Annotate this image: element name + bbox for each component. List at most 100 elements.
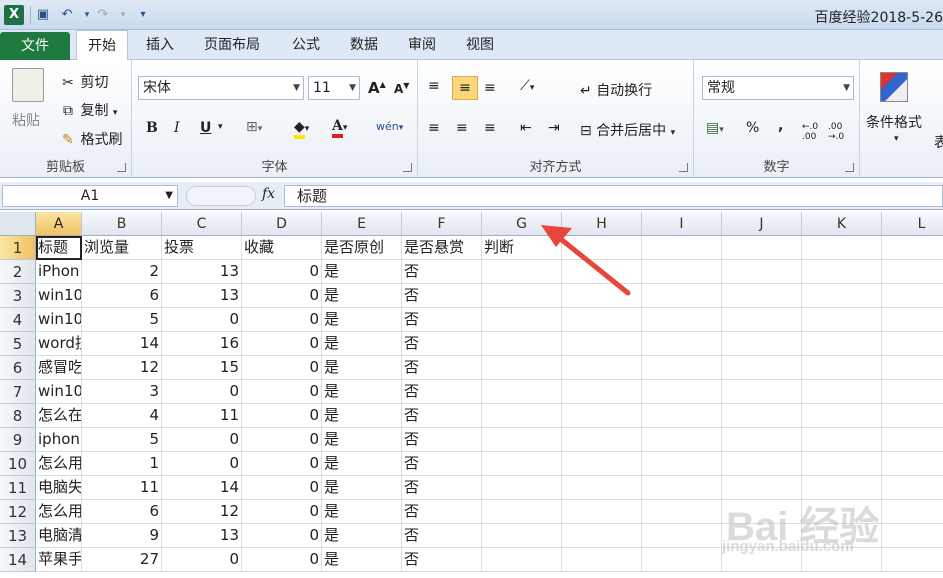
column-header-a[interactable]: A: [36, 212, 82, 236]
tab-insert[interactable]: 插入: [136, 30, 184, 60]
row-header[interactable]: 14: [0, 548, 36, 572]
table-cell[interactable]: [882, 524, 943, 548]
column-header-i[interactable]: I: [642, 212, 722, 236]
table-cell[interactable]: 电脑失: [36, 476, 82, 500]
column-header-f[interactable]: F: [402, 212, 482, 236]
table-cell[interactable]: [722, 260, 802, 284]
table-cell[interactable]: [882, 236, 943, 260]
table-cell[interactable]: [482, 404, 562, 428]
table-cell[interactable]: [802, 308, 882, 332]
table-cell[interactable]: [642, 404, 722, 428]
row-header[interactable]: 6: [0, 356, 36, 380]
table-cell[interactable]: [482, 524, 562, 548]
table-cell[interactable]: [722, 332, 802, 356]
number-format-select[interactable]: 常规 ▼: [702, 76, 854, 100]
table-cell[interactable]: 0: [242, 524, 322, 548]
table-cell[interactable]: 0: [162, 548, 242, 572]
merge-center-button[interactable]: ⊟ 合并后居中 ▾: [580, 120, 675, 140]
table-cell[interactable]: [722, 284, 802, 308]
table-cell[interactable]: [482, 500, 562, 524]
table-cell[interactable]: 是: [322, 500, 402, 524]
table-cell[interactable]: 苹果手: [36, 548, 82, 572]
table-cell[interactable]: 0: [162, 428, 242, 452]
table-cell[interactable]: 是: [322, 308, 402, 332]
bold-button[interactable]: B: [146, 120, 158, 136]
table-cell[interactable]: 是: [322, 356, 402, 380]
table-cell[interactable]: [722, 404, 802, 428]
table-cell[interactable]: 否: [402, 500, 482, 524]
table-cell[interactable]: 电脑清: [36, 524, 82, 548]
table-cell[interactable]: 否: [402, 524, 482, 548]
table-cell[interactable]: [642, 428, 722, 452]
table-cell[interactable]: [802, 236, 882, 260]
column-header-b[interactable]: B: [82, 212, 162, 236]
table-cell[interactable]: [882, 476, 943, 500]
table-cell[interactable]: 15: [162, 356, 242, 380]
align-bottom-icon[interactable]: ≡: [484, 80, 496, 96]
table-cell[interactable]: [642, 236, 722, 260]
paste-icon[interactable]: [12, 68, 44, 102]
table-cell[interactable]: [802, 452, 882, 476]
table-cell[interactable]: 5: [82, 308, 162, 332]
table-cell[interactable]: 否: [402, 452, 482, 476]
column-header-d[interactable]: D: [242, 212, 322, 236]
table-cell[interactable]: 感冒吃: [36, 356, 82, 380]
table-cell[interactable]: [722, 380, 802, 404]
decrease-indent-icon[interactable]: ⇤: [520, 120, 532, 136]
table-cell[interactable]: 0: [242, 428, 322, 452]
table-cell[interactable]: iphon: [36, 428, 82, 452]
table-cell[interactable]: [722, 308, 802, 332]
table-cell[interactable]: [802, 404, 882, 428]
grow-font-button[interactable]: A▲: [368, 79, 386, 97]
table-cell[interactable]: 4: [82, 404, 162, 428]
table-cell[interactable]: 12: [162, 500, 242, 524]
table-cell[interactable]: 是: [322, 476, 402, 500]
table-cell[interactable]: [642, 356, 722, 380]
align-middle-icon[interactable]: ≡: [452, 76, 478, 100]
table-cell[interactable]: 2: [82, 260, 162, 284]
table-cell[interactable]: [642, 308, 722, 332]
insert-function-icon[interactable]: fx: [262, 186, 275, 202]
formula-bar-handle[interactable]: [186, 186, 256, 206]
table-cell[interactable]: 是: [322, 380, 402, 404]
table-cell[interactable]: 怎么用: [36, 500, 82, 524]
format-as-table-button[interactable]: 表: [934, 132, 943, 152]
row-header[interactable]: 10: [0, 452, 36, 476]
font-color-button[interactable]: A▾: [332, 118, 347, 138]
row-header[interactable]: 12: [0, 500, 36, 524]
table-cell[interactable]: [562, 452, 642, 476]
formula-input[interactable]: 标题: [284, 185, 943, 207]
table-cell[interactable]: 0: [242, 452, 322, 476]
table-cell[interactable]: win10: [36, 284, 82, 308]
tab-page-layout[interactable]: 页面布局: [194, 30, 270, 60]
conditional-dropdown-icon[interactable]: ▾: [894, 134, 899, 144]
table-cell[interactable]: 判断: [482, 236, 562, 260]
table-cell[interactable]: 收藏: [242, 236, 322, 260]
table-cell[interactable]: [882, 356, 943, 380]
table-cell[interactable]: [482, 452, 562, 476]
column-header-h[interactable]: H: [562, 212, 642, 236]
orientation-icon[interactable]: ⟋▾: [520, 78, 534, 94]
italic-button[interactable]: I: [174, 120, 180, 136]
table-cell[interactable]: 0: [242, 380, 322, 404]
shrink-font-button[interactable]: A▼: [394, 81, 409, 96]
table-cell[interactable]: 0: [242, 404, 322, 428]
row-header[interactable]: 4: [0, 308, 36, 332]
table-cell[interactable]: 0: [162, 380, 242, 404]
table-cell[interactable]: [722, 452, 802, 476]
table-cell[interactable]: [562, 236, 642, 260]
comma-button[interactable]: ,: [778, 118, 783, 134]
table-cell[interactable]: win10: [36, 308, 82, 332]
table-cell[interactable]: 13: [162, 524, 242, 548]
table-cell[interactable]: [482, 308, 562, 332]
table-cell[interactable]: 否: [402, 548, 482, 572]
table-cell[interactable]: [482, 380, 562, 404]
format-painter-button[interactable]: ✎ 格式刷: [60, 129, 122, 149]
row-header[interactable]: 1: [0, 236, 36, 260]
table-cell[interactable]: 0: [242, 332, 322, 356]
table-cell[interactable]: 否: [402, 284, 482, 308]
table-cell[interactable]: [642, 524, 722, 548]
table-cell[interactable]: [882, 332, 943, 356]
tab-file[interactable]: 文件: [0, 32, 70, 60]
table-cell[interactable]: 浏览量: [82, 236, 162, 260]
